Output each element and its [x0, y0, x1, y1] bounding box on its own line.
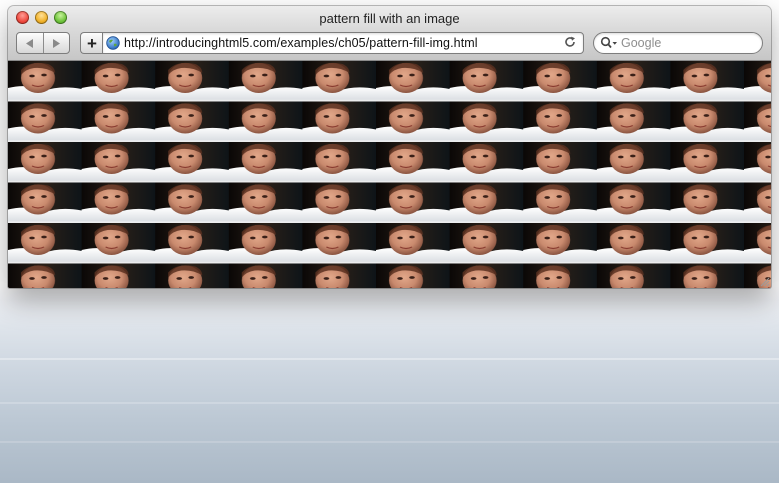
reload-icon[interactable]: [563, 35, 577, 49]
back-button[interactable]: [17, 33, 43, 53]
back-arrow-icon: [25, 38, 33, 48]
water-ripple: [0, 402, 779, 404]
nav-buttons: [16, 32, 70, 54]
tiled-photo-pattern: [8, 61, 771, 288]
add-bookmark-button[interactable]: +: [80, 32, 103, 54]
address-bar[interactable]: http://introducinghtml5.com/examples/ch0…: [102, 32, 584, 54]
browser-window: pattern fill with an image + http://intr…: [8, 6, 771, 288]
forward-button[interactable]: [42, 33, 70, 53]
water-ripple: [0, 441, 779, 443]
magnifier-dropdown-icon[interactable]: [600, 36, 618, 50]
search-input[interactable]: [621, 36, 741, 50]
resize-grip-icon[interactable]: [758, 275, 770, 287]
title-bar: pattern fill with an image + http://intr…: [8, 6, 771, 61]
page-content: [8, 61, 771, 288]
forward-arrow-icon: [53, 38, 61, 48]
search-field[interactable]: [593, 32, 763, 54]
url-text[interactable]: http://introducinghtml5.com/examples/ch0…: [124, 36, 478, 50]
water-ripple: [0, 358, 779, 360]
globe-icon: [106, 36, 120, 50]
window-title: pattern fill with an image: [319, 11, 460, 26]
